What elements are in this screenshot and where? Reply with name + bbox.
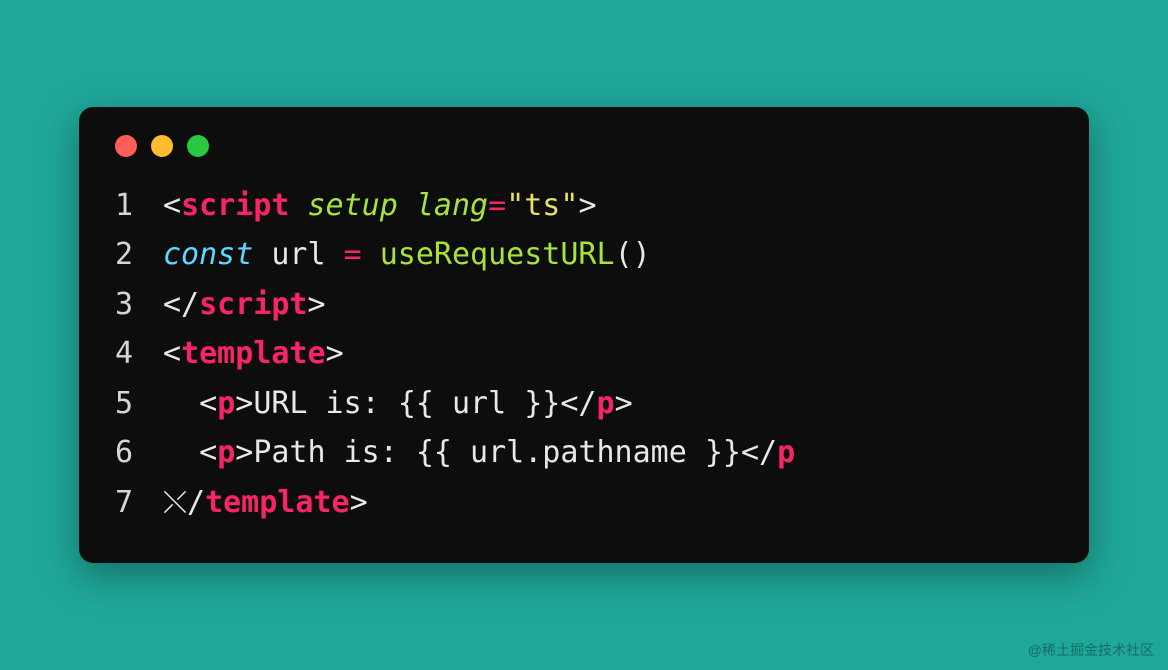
line-number: 5	[115, 379, 163, 429]
token-tag: p	[217, 386, 235, 421]
token-text: URL is:	[253, 386, 398, 421]
token-text	[289, 188, 307, 223]
token-bracket: >	[235, 386, 253, 421]
code-line: 2const url = useRequestURL()	[115, 230, 1053, 280]
line-content: <p>URL is: {{ url }}</p>	[163, 379, 633, 429]
token-text	[362, 237, 380, 272]
code-line: 3</script>	[115, 280, 1053, 330]
token-func: useRequestURL	[380, 237, 615, 272]
token-text: Path is:	[253, 435, 416, 470]
token-text	[163, 386, 199, 421]
line-content: const url = useRequestURL()	[163, 230, 651, 280]
token-tag: script	[181, 188, 289, 223]
token-tag: p	[777, 435, 795, 470]
line-content: </script>	[163, 280, 326, 330]
token-tag: script	[199, 287, 307, 322]
token-attr: setup	[308, 188, 398, 223]
token-bracket: >	[308, 287, 326, 322]
line-number: 2	[115, 230, 163, 280]
token-keyword: const	[163, 237, 253, 272]
token-interp: {{ url	[416, 435, 524, 470]
line-number: 3	[115, 280, 163, 330]
code-line: 5 <p>URL is: {{ url }}</p>	[115, 379, 1053, 429]
line-number: 4	[115, 329, 163, 379]
token-text	[163, 435, 199, 470]
minimize-icon[interactable]	[151, 135, 173, 157]
token-bracket: <	[199, 386, 217, 421]
line-content: <script setup lang="ts">	[163, 181, 597, 231]
code-line: 4<template>	[115, 329, 1053, 379]
token-bracket: ⤬/	[163, 485, 205, 520]
token-bracket: <	[199, 435, 217, 470]
token-bracket: </	[741, 435, 777, 470]
code-block: 1<script setup lang="ts">2const url = us…	[115, 181, 1053, 528]
maximize-icon[interactable]	[187, 135, 209, 157]
line-content: <template>	[163, 329, 344, 379]
line-number: 7	[115, 478, 163, 528]
token-paren: ()	[615, 237, 651, 272]
token-tag: template	[181, 336, 326, 371]
token-var: url	[271, 237, 325, 272]
token-bracket: >	[578, 188, 596, 223]
token-string: "ts"	[506, 188, 578, 223]
code-line: 1<script setup lang="ts">	[115, 181, 1053, 231]
token-bracket: >	[326, 336, 344, 371]
line-number: 1	[115, 181, 163, 231]
code-line: 6 <p>Path is: {{ url.pathname }}</p	[115, 428, 1053, 478]
token-attr: lang	[416, 188, 488, 223]
token-text	[326, 237, 344, 272]
token-tag: p	[217, 435, 235, 470]
token-bracket: >	[615, 386, 633, 421]
token-bracket: >	[235, 435, 253, 470]
close-icon[interactable]	[115, 135, 137, 157]
token-bracket: </	[163, 287, 199, 322]
token-text	[253, 237, 271, 272]
code-window: 1<script setup lang="ts">2const url = us…	[79, 107, 1089, 564]
line-content: <p>Path is: {{ url.pathname }}</p	[163, 428, 795, 478]
token-bracket: >	[350, 485, 368, 520]
traffic-lights	[115, 135, 1053, 157]
token-tag: template	[205, 485, 350, 520]
line-number: 6	[115, 428, 163, 478]
code-line: 7⤬/template>	[115, 478, 1053, 528]
token-eq: =	[488, 188, 506, 223]
token-bracket: <	[163, 336, 181, 371]
token-interp: {{ url }}	[398, 386, 561, 421]
token-tag: p	[597, 386, 615, 421]
token-bracket: <	[163, 188, 181, 223]
watermark-text: @稀土掘金技术社区	[1028, 640, 1154, 660]
token-bracket: </	[560, 386, 596, 421]
token-op: =	[344, 237, 362, 272]
token-text	[398, 188, 416, 223]
line-content: ⤬/template>	[163, 478, 368, 528]
token-prop: .pathname }}	[524, 435, 741, 470]
